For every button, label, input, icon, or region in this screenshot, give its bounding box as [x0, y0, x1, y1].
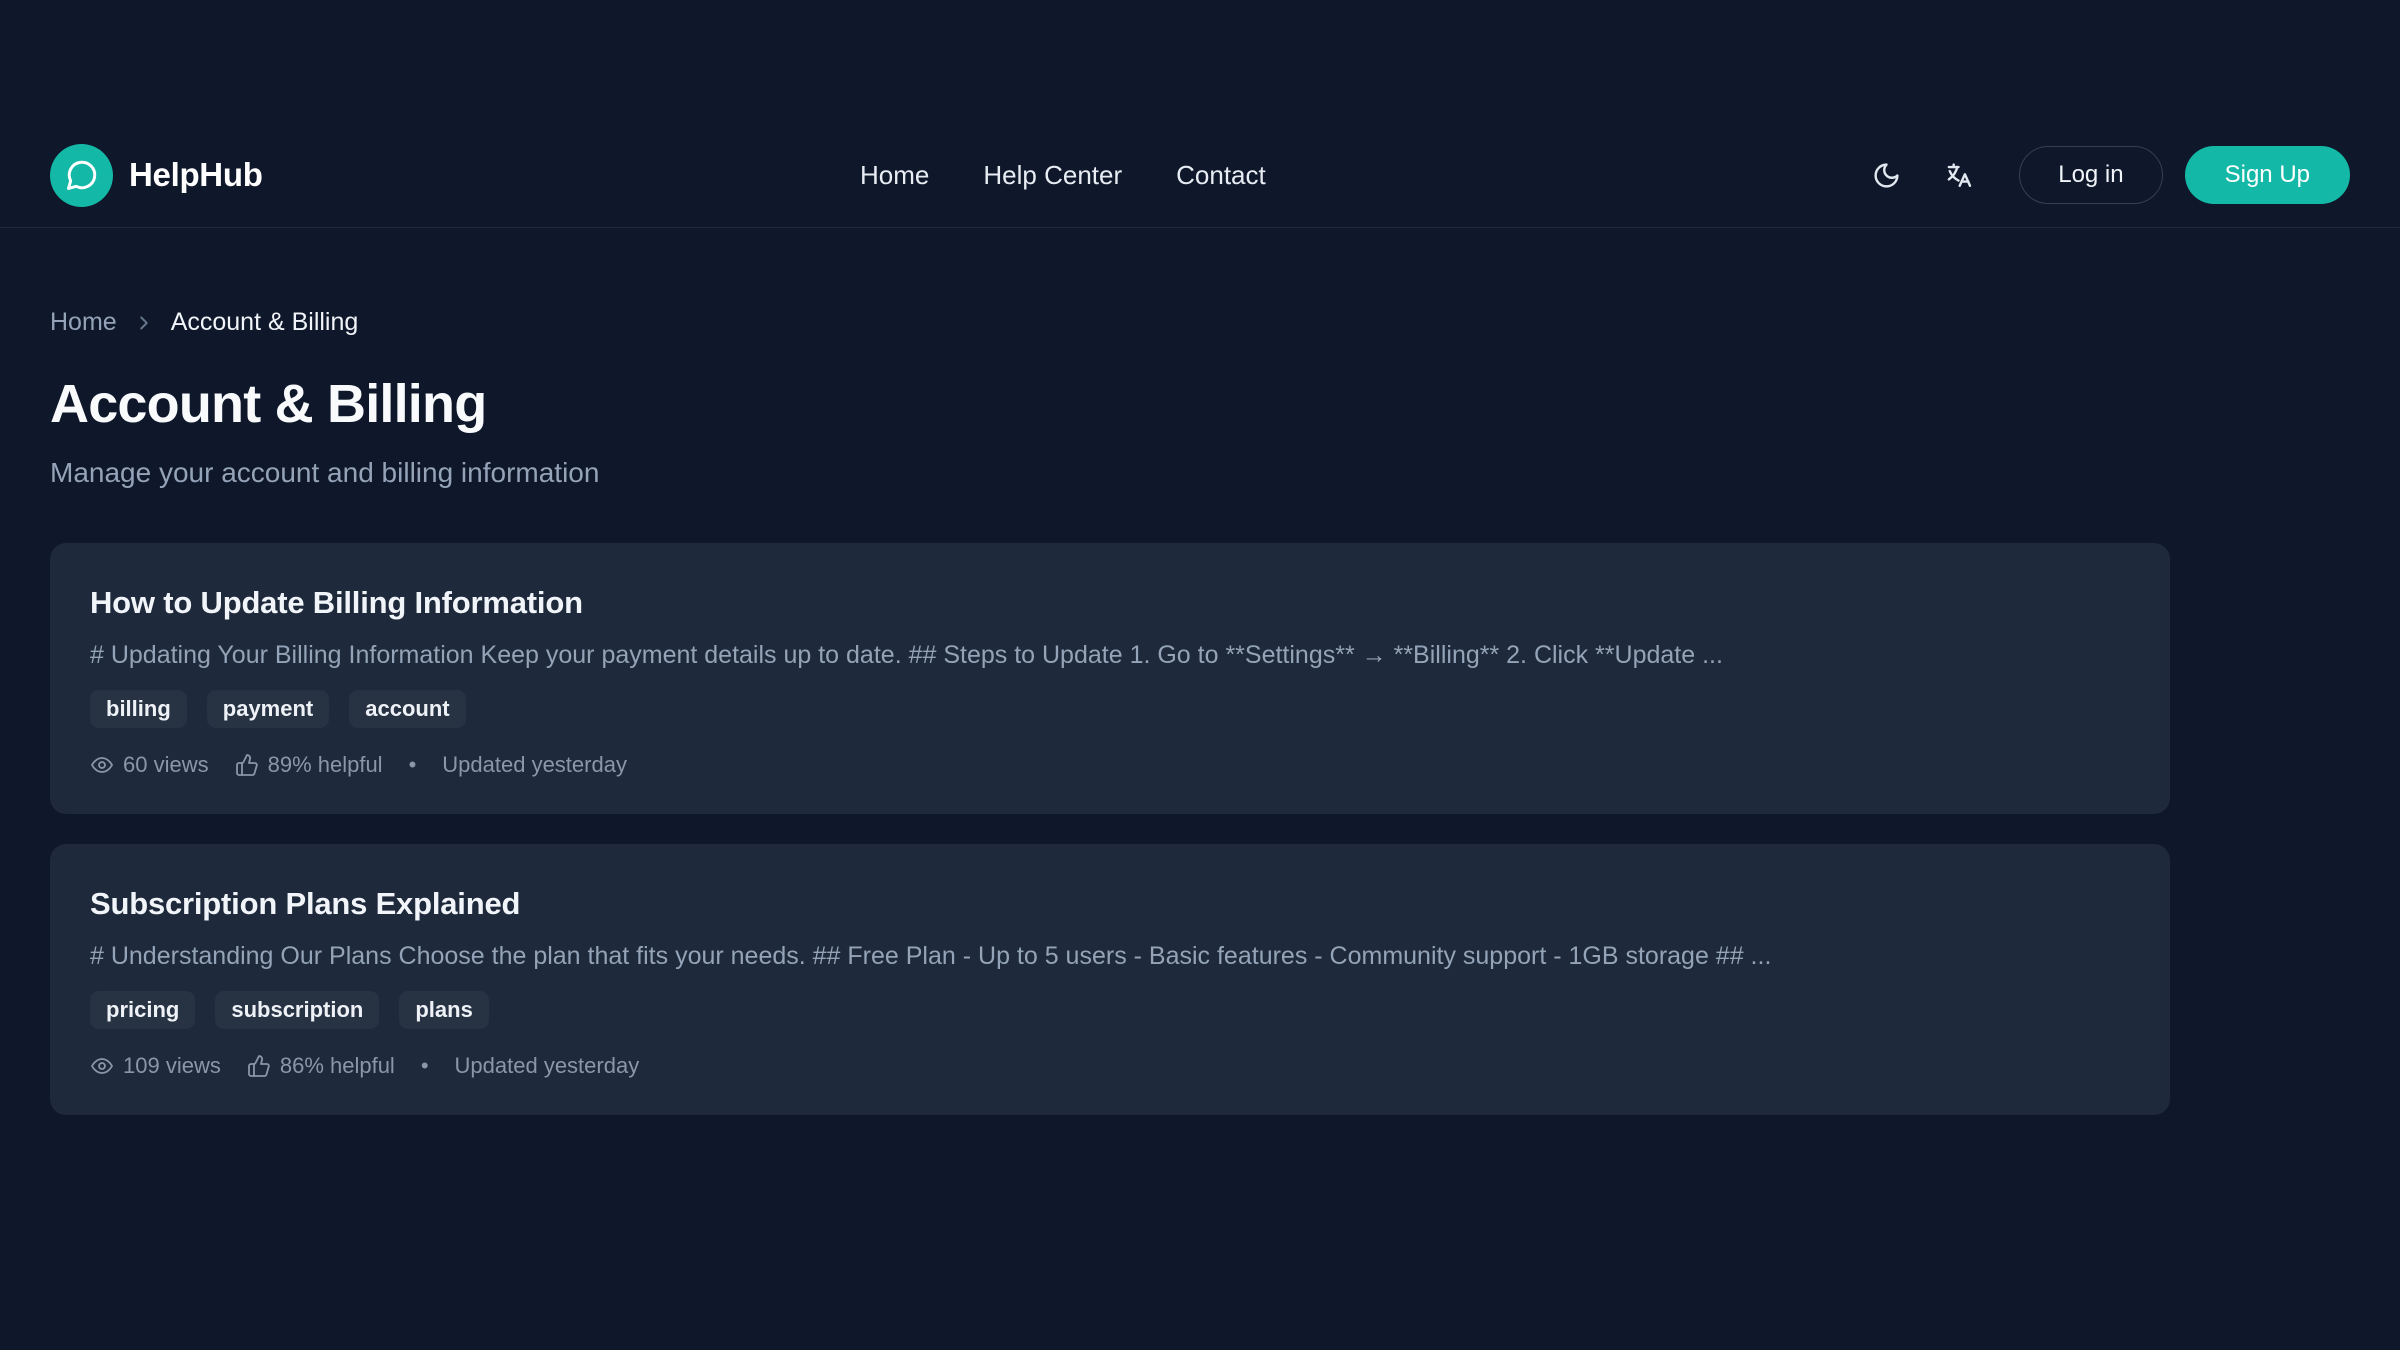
tag[interactable]: plans: [399, 991, 488, 1029]
main-nav: Home Help Center Contact: [263, 160, 1864, 191]
helpful-stat: 86% helpful: [247, 1053, 395, 1079]
article-preview: # Updating Your Billing Information Keep…: [90, 641, 2130, 670]
views-stat: 109 views: [90, 1053, 221, 1079]
language-switcher[interactable]: [1935, 152, 1981, 198]
nav-contact[interactable]: Contact: [1176, 160, 1266, 191]
updated-label: Updated yesterday: [455, 1053, 640, 1079]
article-card[interactable]: How to Update Billing Information # Upda…: [50, 543, 2170, 814]
thumbs-up-icon: [247, 1054, 271, 1078]
article-preview: # Understanding Our Plans Choose the pla…: [90, 942, 2130, 971]
article-list: How to Update Billing Information # Upda…: [50, 543, 2170, 1115]
thumbs-up-icon: [235, 753, 259, 777]
eye-icon: [90, 753, 114, 777]
dark-mode-toggle[interactable]: [1863, 152, 1909, 198]
breadcrumb-home[interactable]: Home: [50, 308, 117, 337]
nav-help-center[interactable]: Help Center: [983, 160, 1122, 191]
tag[interactable]: account: [349, 690, 465, 728]
tag-row: pricing subscription plans: [90, 991, 2130, 1029]
meta-separator: •: [409, 752, 417, 778]
page-title: Account & Billing: [50, 373, 2170, 435]
updated-label: Updated yesterday: [442, 752, 627, 778]
article-title[interactable]: Subscription Plans Explained: [90, 886, 2130, 922]
signup-button[interactable]: Sign Up: [2185, 146, 2350, 204]
page-subtitle: Manage your account and billing informat…: [50, 457, 2170, 489]
helphub-logo: [50, 144, 113, 207]
article-title[interactable]: How to Update Billing Information: [90, 585, 2130, 621]
brand-name: HelpHub: [129, 156, 263, 194]
main-content: Home Account & Billing Account & Billing…: [0, 308, 2400, 1115]
tag[interactable]: payment: [207, 690, 329, 728]
breadcrumb: Home Account & Billing: [50, 308, 2170, 337]
tag-row: billing payment account: [90, 690, 2130, 728]
moon-icon: [1872, 161, 1901, 190]
chat-bubble-icon: [65, 158, 99, 192]
article-card[interactable]: Subscription Plans Explained # Understan…: [50, 844, 2170, 1115]
site-header: HelpHub Home Help Center Contact: [0, 0, 2400, 228]
meta-separator: •: [421, 1053, 429, 1079]
breadcrumb-current: Account & Billing: [171, 308, 359, 337]
article-meta: 60 views 89% helpful • Updated yesterday: [90, 752, 2130, 778]
translate-icon: [1944, 161, 1973, 190]
tag[interactable]: billing: [90, 690, 187, 728]
helpful-percent: 89% helpful: [268, 752, 383, 778]
views-stat: 60 views: [90, 752, 209, 778]
chevron-right-icon: [133, 312, 155, 334]
views-count: 109 views: [123, 1053, 221, 1079]
nav-home[interactable]: Home: [860, 160, 929, 191]
login-button[interactable]: Log in: [2019, 146, 2162, 204]
brand[interactable]: HelpHub: [50, 144, 263, 207]
views-count: 60 views: [123, 752, 209, 778]
helpful-percent: 86% helpful: [280, 1053, 395, 1079]
eye-icon: [90, 1054, 114, 1078]
tag[interactable]: subscription: [215, 991, 379, 1029]
helpful-stat: 89% helpful: [235, 752, 383, 778]
article-meta: 109 views 86% helpful • Updated yesterda…: [90, 1053, 2130, 1079]
tag[interactable]: pricing: [90, 991, 195, 1029]
header-controls: Log in Sign Up: [1863, 146, 2350, 204]
